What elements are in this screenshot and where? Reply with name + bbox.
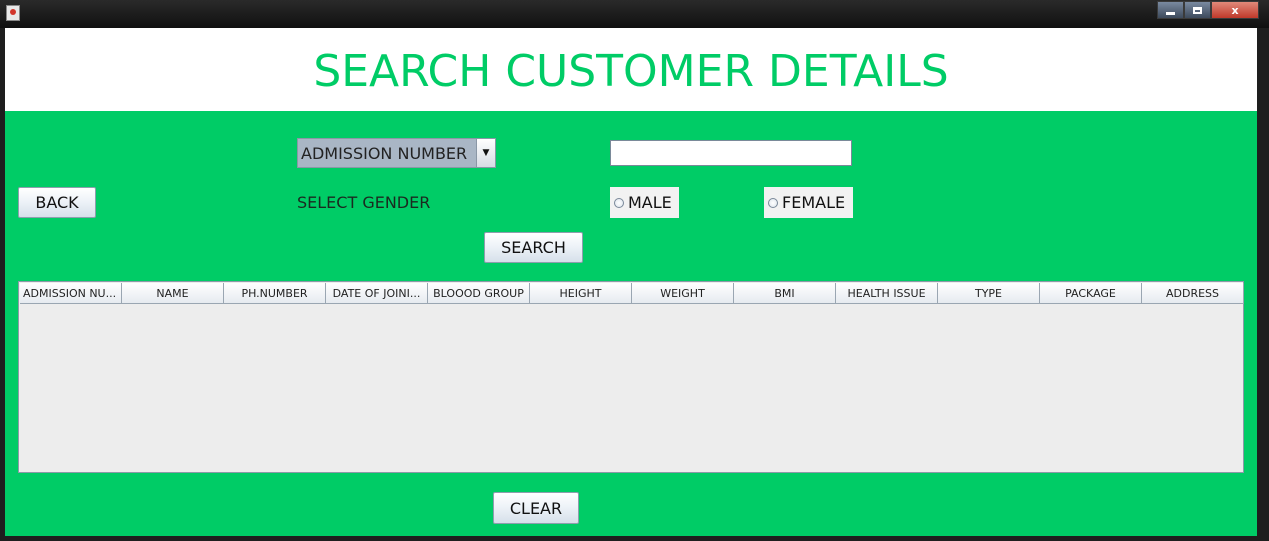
- maximize-icon: [1193, 6, 1202, 14]
- search-field-select[interactable]: ADMISSION NUMBER ▼: [297, 138, 496, 168]
- customer-table[interactable]: ADMISSION NU... NAME PH.NUMBER DATE OF J…: [18, 281, 1244, 473]
- close-button[interactable]: x: [1211, 1, 1259, 19]
- window-controls: x: [1157, 1, 1259, 19]
- java-app-icon: [6, 5, 20, 21]
- window-titlebar: x: [0, 0, 1269, 28]
- column-header-bmi[interactable]: BMI: [734, 283, 836, 303]
- maximize-button[interactable]: [1184, 1, 1211, 19]
- male-radio-label: MALE: [628, 193, 672, 212]
- main-panel: SEARCH CUSTOMER DETAILS ADMISSION NUMBER…: [5, 28, 1257, 536]
- female-radio[interactable]: FEMALE: [764, 187, 853, 218]
- column-header-type[interactable]: TYPE: [938, 283, 1040, 303]
- female-radio-label: FEMALE: [782, 193, 846, 212]
- table-header: ADMISSION NU... NAME PH.NUMBER DATE OF J…: [20, 283, 1244, 304]
- radio-circle-icon[interactable]: [768, 197, 778, 208]
- column-header-address[interactable]: ADDRESS: [1142, 283, 1244, 303]
- column-header-phone-number[interactable]: PH.NUMBER: [224, 283, 326, 303]
- minimize-button[interactable]: [1157, 1, 1184, 19]
- radio-circle-icon[interactable]: [614, 197, 624, 208]
- search-field-select-value: ADMISSION NUMBER: [298, 139, 476, 167]
- column-header-package[interactable]: PACKAGE: [1040, 283, 1142, 303]
- male-radio[interactable]: MALE: [610, 187, 679, 218]
- select-gender-label: SELECT GENDER: [297, 193, 431, 212]
- page-title: SEARCH CUSTOMER DETAILS: [313, 46, 949, 97]
- close-icon: x: [1231, 3, 1239, 17]
- column-header-weight[interactable]: WEIGHT: [632, 283, 734, 303]
- column-header-admission-number[interactable]: ADMISSION NU...: [20, 283, 122, 303]
- column-header-health-issue[interactable]: HEALTH ISSUE: [836, 283, 938, 303]
- search-input[interactable]: [610, 140, 852, 166]
- back-button[interactable]: BACK: [18, 187, 96, 218]
- search-button[interactable]: SEARCH: [484, 232, 583, 263]
- column-header-name[interactable]: NAME: [122, 283, 224, 303]
- minimize-icon: [1166, 11, 1175, 15]
- column-header-date-of-joining[interactable]: DATE OF JOINI...: [326, 283, 428, 303]
- header-panel: SEARCH CUSTOMER DETAILS: [5, 28, 1257, 111]
- dropdown-arrow-icon[interactable]: ▼: [476, 139, 495, 167]
- column-header-height[interactable]: HEIGHT: [530, 283, 632, 303]
- clear-button[interactable]: CLEAR: [493, 492, 579, 524]
- column-header-blood-group[interactable]: BLOOOD GROUP: [428, 283, 530, 303]
